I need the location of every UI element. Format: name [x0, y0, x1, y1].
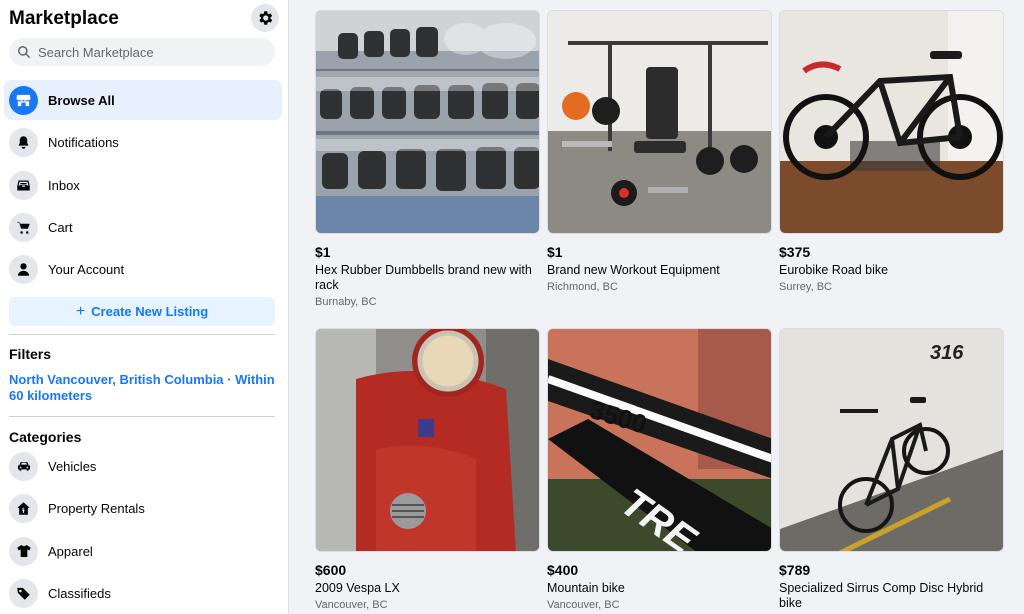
listing-card[interactable]: $375 Eurobike Road bike Surrey, BC	[779, 10, 1004, 293]
bike-frame-photo: 3500 TRE	[547, 328, 772, 552]
listing-title: Specialized Sirrus Comp Disc Hybrid bike	[779, 581, 984, 610]
listing-title: Mountain bike	[547, 581, 625, 595]
listing-price: $789	[779, 562, 811, 578]
nav-label: Inbox	[48, 177, 80, 193]
wall-number-text: 316	[930, 342, 964, 364]
bell-icon	[9, 127, 38, 157]
listing-title: Eurobike Road bike	[779, 263, 889, 277]
category-label: Property Rentals	[48, 500, 145, 516]
sidebar: Marketplace Browse All Notifications Inb…	[0, 0, 289, 614]
cart-icon	[9, 212, 38, 242]
search-input[interactable]	[38, 44, 258, 60]
listing-location: Vancouver, BC	[315, 599, 388, 611]
listing-card[interactable]: 3500 TRE $400 Mountain bike Vancouver, B…	[547, 328, 772, 611]
nav-your-account[interactable]: Your Account	[4, 249, 282, 289]
gear-icon	[259, 11, 273, 25]
category-apparel[interactable]: Apparel	[4, 531, 282, 571]
tag-icon	[9, 578, 38, 608]
category-label: Vehicles	[48, 458, 97, 474]
listing-price: $375	[779, 244, 811, 260]
listing-card[interactable]: $1 Hex Rubber Dumbbells brand new with r…	[315, 10, 540, 308]
search-bar[interactable]	[9, 38, 275, 66]
listing-title: Brand new Workout Equipment	[547, 263, 720, 277]
listing-location: Surrey, BC	[779, 281, 832, 293]
nav-label: Notifications	[48, 134, 119, 150]
category-classifieds[interactable]: Classifieds	[4, 573, 282, 613]
listing-location: Vancouver, BC	[547, 599, 620, 611]
filters-heading: Filters	[9, 346, 52, 362]
category-label: Classifieds	[48, 585, 111, 601]
divider	[9, 334, 275, 335]
category-vehicles[interactable]: Vehicles	[4, 446, 282, 486]
person-icon	[9, 254, 38, 284]
category-label: Apparel	[48, 543, 93, 559]
divider	[9, 416, 275, 417]
listing-location: Richmond, BC	[547, 281, 618, 293]
settings-button[interactable]	[251, 4, 279, 32]
page-title: Marketplace	[9, 8, 119, 29]
road-bike-photo	[779, 10, 1004, 234]
listing-price: $1	[547, 244, 563, 260]
listing-price: $1	[315, 244, 331, 260]
nav-label: Browse All	[48, 92, 115, 108]
nav-browse-all[interactable]: Browse All	[4, 80, 282, 120]
listing-title: 2009 Vespa LX	[315, 581, 400, 595]
scooter-photo	[315, 328, 540, 552]
nav-label: Your Account	[48, 261, 125, 277]
storefront-icon	[9, 85, 38, 115]
create-listing-label: Create New Listing	[91, 304, 209, 319]
category-property-rentals[interactable]: $ Property Rentals	[4, 488, 282, 528]
house-icon: $	[9, 493, 38, 523]
workout-bench-photo	[547, 10, 772, 234]
listing-price: $400	[547, 562, 579, 578]
categories-heading: Categories	[9, 429, 82, 445]
listing-card[interactable]: $600 2009 Vespa LX Vancouver, BC	[315, 328, 540, 611]
nav-notifications[interactable]: Notifications	[4, 122, 282, 162]
hybrid-bike-photo: 316	[779, 328, 1004, 552]
listing-card[interactable]: $1 Brand new Workout Equipment Richmond,…	[547, 10, 772, 293]
plus-icon: +	[75, 302, 86, 320]
dumbbells-photo	[315, 10, 540, 234]
sidebar-header: Marketplace	[9, 4, 279, 32]
nav-label: Cart	[48, 219, 73, 235]
shirt-icon	[9, 536, 38, 566]
listing-card[interactable]: 316 $789 Specialized Sirrus Comp Disc Hy…	[779, 328, 1004, 614]
car-icon	[9, 451, 38, 481]
create-listing-button[interactable]: + Create New Listing	[9, 297, 275, 326]
listing-location: Burnaby, BC	[315, 296, 377, 308]
location-filter-link[interactable]: North Vancouver, British Columbia · With…	[9, 372, 281, 404]
listing-title: Hex Rubber Dumbbells brand new with rack	[315, 263, 532, 292]
nav-cart[interactable]: Cart	[4, 207, 282, 247]
search-icon	[18, 46, 30, 58]
nav-inbox[interactable]: Inbox	[4, 165, 282, 205]
inbox-icon	[9, 170, 38, 200]
listing-price: $600	[315, 562, 347, 578]
